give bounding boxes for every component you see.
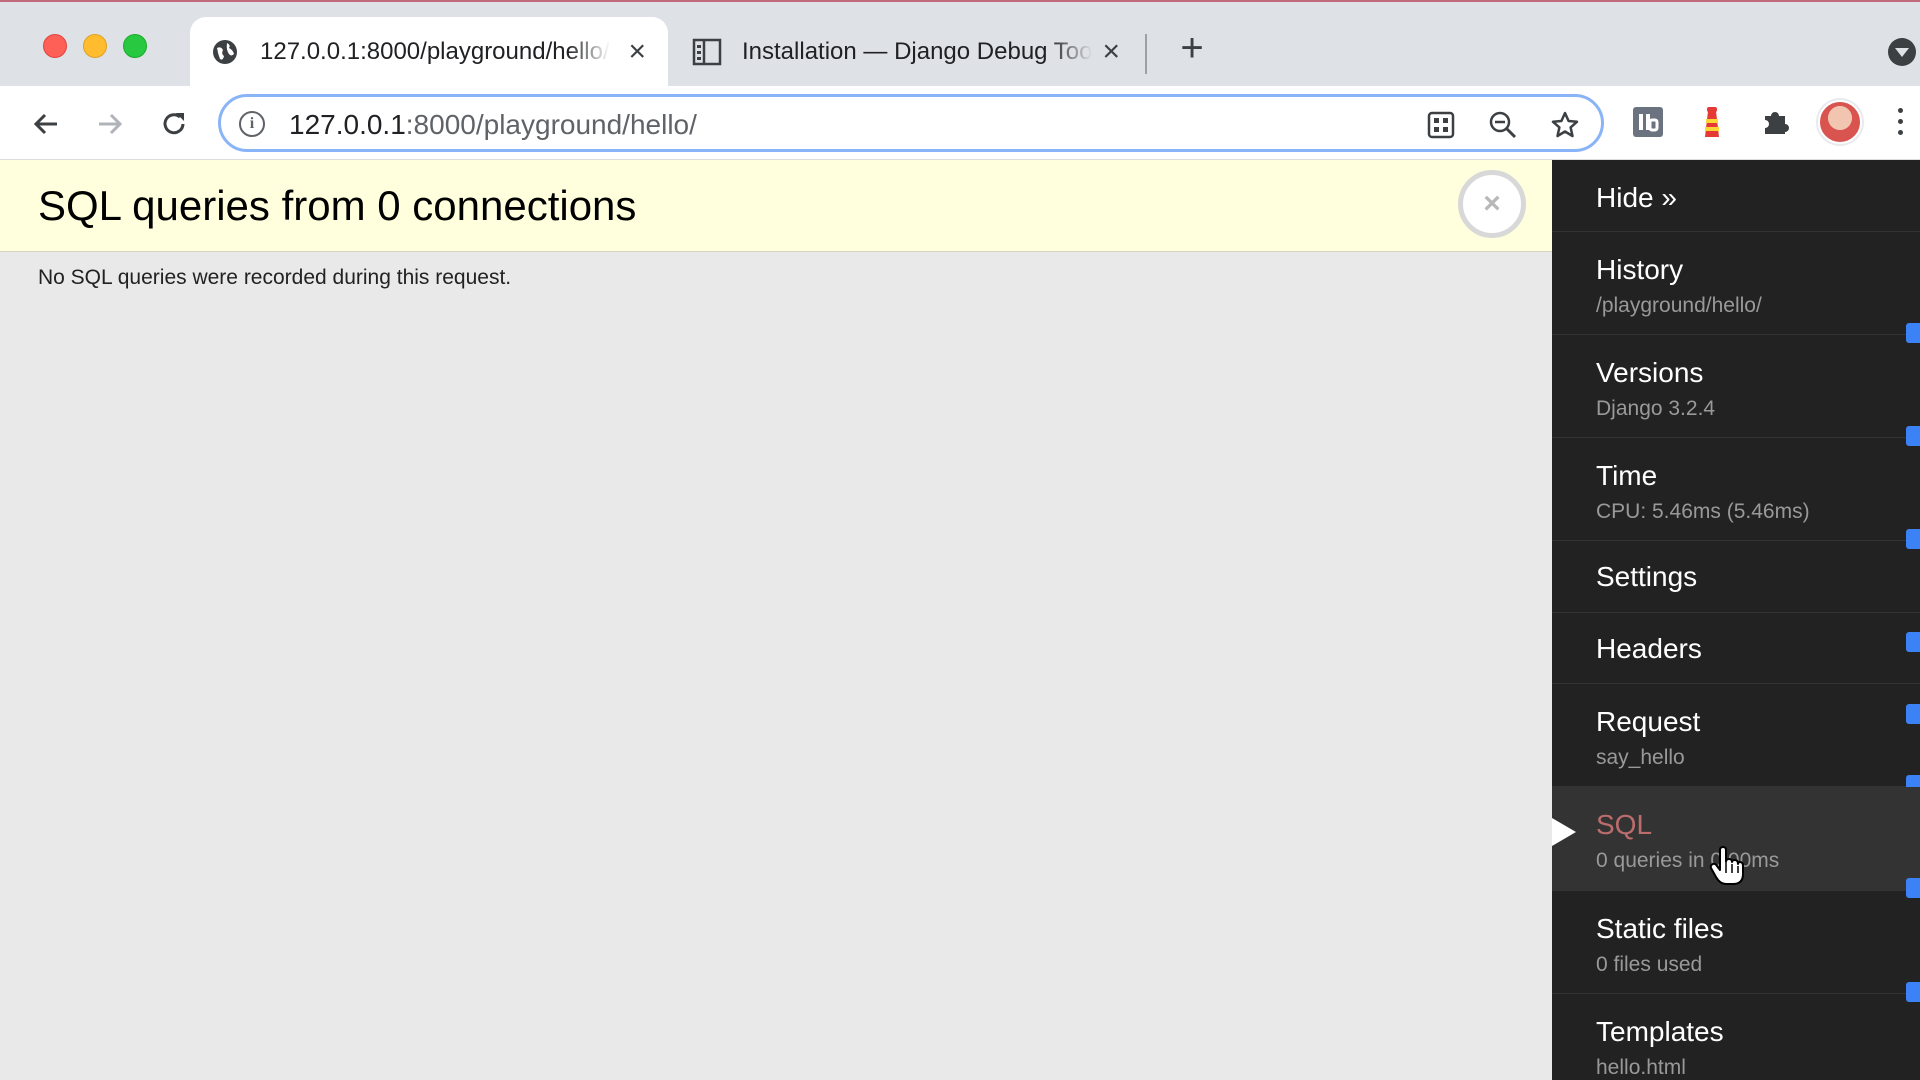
sql-panel-body: No SQL queries were recorded during this… xyxy=(0,252,1552,1080)
bookmark-star-icon[interactable] xyxy=(1549,109,1581,141)
hand-cursor-icon xyxy=(1709,846,1744,885)
debug-toolbar-sidebar: Hide » History /playground/hello/ Versio… xyxy=(1552,160,1920,1080)
toolbar-item-name: Templates xyxy=(1596,1016,1724,1047)
qr-code-icon[interactable] xyxy=(1425,109,1457,141)
toolbar-item-time[interactable]: Time CPU: 5.46ms (5.46ms) xyxy=(1552,438,1920,549)
toolbar-item-static-files[interactable]: Static files 0 files used xyxy=(1552,891,1920,1002)
toolbar-item-templates[interactable]: Templates hello.html xyxy=(1552,994,1920,1080)
docs-icon xyxy=(692,37,722,67)
zoom-out-icon[interactable] xyxy=(1487,109,1519,141)
panel-close-button[interactable]: × xyxy=(1458,170,1526,238)
browser-menu-icon[interactable] xyxy=(1898,108,1904,138)
toolbar-item-name: Request xyxy=(1596,706,1701,737)
empty-state-message: No SQL queries were recorded during this… xyxy=(38,266,512,289)
close-icon: × xyxy=(1483,187,1501,220)
tab-installation-docs[interactable]: Installation — Django Debug Toolbar × xyxy=(672,17,1142,86)
url-host: 127.0.0.1 xyxy=(289,109,406,140)
maximize-window-button[interactable] xyxy=(123,34,147,58)
tab-close-button[interactable]: × xyxy=(1102,37,1120,67)
hide-toolbar-label: Hide » xyxy=(1596,182,1677,213)
globe-icon xyxy=(210,37,240,67)
address-bar[interactable]: i 127.0.0.1:8000/playground/hello/ xyxy=(218,94,1604,152)
toolbar-item-versions[interactable]: Versions Django 3.2.4 xyxy=(1552,335,1920,446)
extensions-puzzle-icon[interactable] xyxy=(1756,102,1796,142)
extension-tb-icon[interactable] xyxy=(1628,102,1668,142)
page-title: SQL queries from 0 connections xyxy=(38,182,637,229)
toolbar-item-subtitle: Django 3.2.4 xyxy=(1596,397,1716,420)
close-window-button[interactable] xyxy=(43,34,67,58)
hide-toolbar-button[interactable]: Hide » xyxy=(1552,160,1920,232)
profile-avatar[interactable] xyxy=(1818,100,1862,144)
tab-title: 127.0.0.1:8000/playground/hello/ xyxy=(260,37,610,65)
toolbar-item-name: Headers xyxy=(1596,633,1702,664)
toolbar-item-subtitle: 0 queries in 0.00ms xyxy=(1596,849,1780,872)
toolbar-item-name: Time xyxy=(1596,460,1658,491)
url-path: :8000/playground/hello/ xyxy=(405,109,697,140)
window-top-edge xyxy=(0,0,1920,2)
toolbar-item-name: Versions xyxy=(1596,357,1704,388)
toolbar-item-subtitle: hello.html xyxy=(1596,1056,1686,1079)
toolbar-item-settings[interactable]: Settings xyxy=(1552,541,1920,652)
browser-toolbar: i 127.0.0.1:8000/playground/hello/ xyxy=(0,86,1920,160)
toolbar-item-headers[interactable]: Headers xyxy=(1552,613,1920,724)
tab-strip: 127.0.0.1:8000/playground/hello/ × Insta… xyxy=(0,0,1920,86)
toolbar-item-name: Static files xyxy=(1596,913,1724,944)
toolbar-item-request[interactable]: Request say_hello xyxy=(1552,684,1920,795)
active-panel-arrow-icon xyxy=(1552,818,1576,846)
minimize-window-button[interactable] xyxy=(83,34,107,58)
address-url[interactable]: 127.0.0.1:8000/playground/hello/ xyxy=(289,109,697,141)
toolbar-item-name: SQL xyxy=(1596,809,1653,840)
reload-icon[interactable] xyxy=(154,104,194,144)
toolbar-item-subtitle: say_hello xyxy=(1596,746,1685,769)
toolbar-item-history[interactable]: History /playground/hello/ xyxy=(1552,232,1920,343)
toolbar-item-name: Settings xyxy=(1596,561,1698,592)
toolbar-item-name: History xyxy=(1596,254,1684,285)
new-tab-button[interactable]: + xyxy=(1172,28,1212,68)
tab-separator xyxy=(1145,34,1147,74)
site-info-icon[interactable]: i xyxy=(239,111,265,137)
tab-search-chevron-icon[interactable] xyxy=(1888,38,1916,66)
tab-close-button[interactable]: × xyxy=(628,37,646,67)
toolbar-item-subtitle: CPU: 5.46ms (5.46ms) xyxy=(1596,500,1810,523)
sql-panel-header: SQL queries from 0 connections xyxy=(0,160,1552,252)
forward-arrow-icon[interactable] xyxy=(90,104,130,144)
tab-title: Installation — Django Debug Toolbar xyxy=(742,37,1092,65)
tab-playground-hello[interactable]: 127.0.0.1:8000/playground/hello/ × xyxy=(190,17,668,86)
toolbar-item-subtitle: /playground/hello/ xyxy=(1596,294,1762,317)
back-arrow-icon[interactable] xyxy=(26,104,66,144)
extension-lighthouse-icon[interactable] xyxy=(1692,102,1732,142)
toolbar-item-subtitle: 0 files used xyxy=(1596,953,1703,976)
